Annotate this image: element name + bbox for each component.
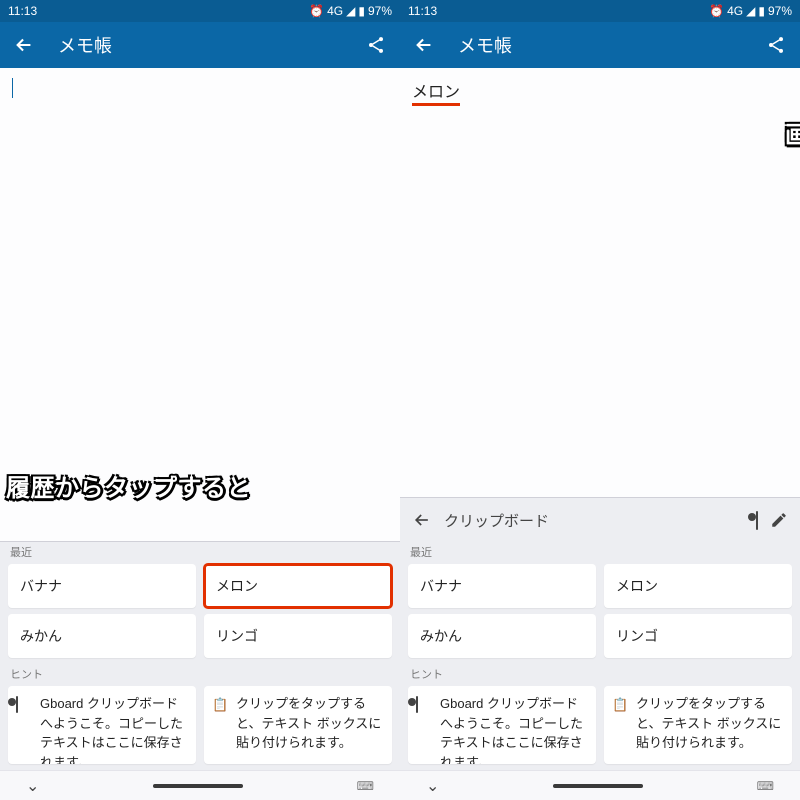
clip-item[interactable]: みかん xyxy=(8,614,196,658)
hint-text: クリップをタップすると、テキスト ボックスに貼り付けられます。 xyxy=(636,694,782,756)
alarm-icon: ⏰ xyxy=(309,4,324,18)
clipboard-icon: 📋 xyxy=(212,695,230,756)
chevron-down-icon[interactable]: ⌄ xyxy=(426,776,439,796)
keyboard-icon[interactable]: ⌨ xyxy=(357,779,374,793)
hint-text: クリップをタップすると、テキスト ボックスに貼り付けられます。 xyxy=(236,694,382,756)
clipboard-back-button[interactable] xyxy=(412,510,432,530)
battery-icon: ▮ xyxy=(758,4,765,18)
status-network: 4G xyxy=(727,4,743,18)
section-hint-label: ヒント xyxy=(0,664,400,686)
hint-card[interactable]: 📋 クリップをタップすると、テキスト ボックスに貼り付けられます。 xyxy=(204,686,392,764)
hint-card[interactable]: 📋 クリップをタップすると、テキスト ボックスに貼り付けられます。 xyxy=(604,686,792,764)
status-network: 4G xyxy=(327,4,343,18)
clipboard-header: クリップボード xyxy=(400,498,800,542)
app-bar: メモ帳 xyxy=(0,22,400,68)
nav-handle[interactable] xyxy=(553,784,643,788)
clip-item-highlighted[interactable]: メロン xyxy=(204,564,392,608)
clipboard-icon: 📋 xyxy=(612,695,630,756)
hint-text: Gboard クリップボードへようこそ。コピーしたテキストはここに保存されます。 xyxy=(440,694,586,756)
pane-left: 11:13 ⏰ 4G ◢ ▮ 97% メモ帳 履歴からタップすると 最近 xyxy=(0,0,400,800)
battery-icon: ▮ xyxy=(358,4,365,18)
signal-icon: ◢ xyxy=(346,4,355,18)
clip-item[interactable]: リンゴ xyxy=(604,614,792,658)
annotation-tap-history: 履歴からタップすると xyxy=(6,475,251,504)
back-button[interactable] xyxy=(10,31,38,59)
status-battery: 97% xyxy=(768,4,792,18)
clipboard-panel: 最近 バナナ メロン みかん リンゴ ヒント Gboard クリップボードへよう… xyxy=(0,541,400,770)
clip-item[interactable]: バナナ xyxy=(408,564,596,608)
clip-item[interactable]: バナナ xyxy=(8,564,196,608)
nav-handle[interactable] xyxy=(153,784,243,788)
hint-card[interactable]: Gboard クリップボードへようこそ。コピーしたテキストはここに保存されます。 xyxy=(408,686,596,764)
back-button[interactable] xyxy=(410,31,438,59)
section-recent-label: 最近 xyxy=(400,542,800,564)
app-title: メモ帳 xyxy=(458,32,742,58)
clipboard-toggle[interactable] xyxy=(756,512,758,529)
section-recent-label: 最近 xyxy=(0,542,400,564)
share-button[interactable] xyxy=(362,31,390,59)
app-title: メモ帳 xyxy=(58,32,342,58)
section-hint-label: ヒント xyxy=(400,664,800,686)
hint-card[interactable]: Gboard クリップボードへようこそ。コピーしたテキストはここに保存されます。 xyxy=(8,686,196,764)
clip-item[interactable]: みかん xyxy=(408,614,596,658)
signal-icon: ◢ xyxy=(746,4,755,18)
clip-item[interactable]: リンゴ xyxy=(204,614,392,658)
toggle-icon xyxy=(16,695,34,756)
nav-bar: ⌄ ⌨ xyxy=(0,770,400,800)
pane-right: 11:13 ⏰ 4G ◢ ▮ 97% メモ帳 メロン 画面に貼り付けされる xyxy=(400,0,800,800)
status-time: 11:13 xyxy=(408,4,437,18)
text-editor[interactable]: メロン xyxy=(400,68,800,497)
toggle-icon xyxy=(416,695,434,756)
clipboard-title: クリップボード xyxy=(444,510,549,531)
clip-item[interactable]: メロン xyxy=(604,564,792,608)
app-bar: メモ帳 xyxy=(400,22,800,68)
status-bar: 11:13 ⏰ 4G ◢ ▮ 97% xyxy=(400,0,800,22)
keyboard-icon[interactable]: ⌨ xyxy=(757,779,774,793)
clipboard-edit-button[interactable] xyxy=(770,511,788,529)
nav-bar: ⌄ ⌨ xyxy=(400,770,800,800)
text-cursor xyxy=(12,78,13,98)
annotation-pasted: 画面に貼り付けされる xyxy=(785,122,800,151)
text-editor[interactable] xyxy=(0,68,400,541)
clipboard-panel: クリップボード 最近 バナナ メロン みかん リンゴ ヒント Gboard xyxy=(400,497,800,770)
status-battery: 97% xyxy=(368,4,392,18)
hint-text: Gboard クリップボードへようこそ。コピーしたテキストはここに保存されます。 xyxy=(40,694,186,756)
chevron-down-icon[interactable]: ⌄ xyxy=(26,776,39,796)
editor-pasted-text: メロン xyxy=(412,78,460,106)
status-time: 11:13 xyxy=(8,4,37,18)
status-bar: 11:13 ⏰ 4G ◢ ▮ 97% xyxy=(0,0,400,22)
alarm-icon: ⏰ xyxy=(709,4,724,18)
share-button[interactable] xyxy=(762,31,790,59)
